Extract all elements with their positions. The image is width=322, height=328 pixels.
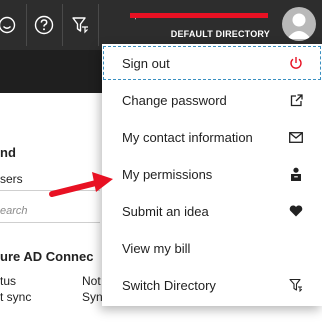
annotation-arrow bbox=[49, 172, 113, 197]
